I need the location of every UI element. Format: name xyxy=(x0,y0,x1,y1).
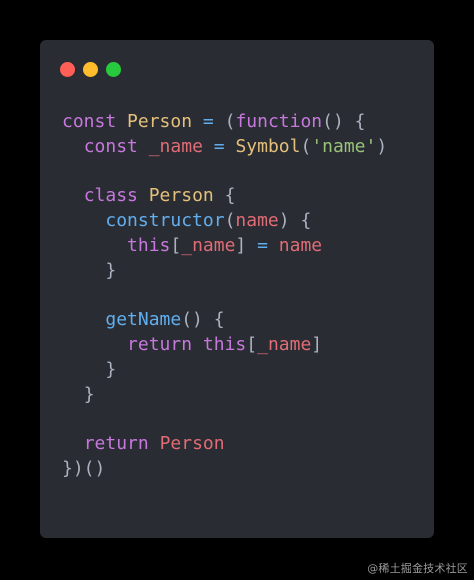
keyword: class xyxy=(83,185,138,207)
variable: _name xyxy=(148,135,203,157)
punctuation: { xyxy=(354,111,366,132)
punctuation: } xyxy=(83,383,95,405)
window-controls xyxy=(60,62,121,77)
keyword: return xyxy=(127,334,193,356)
code-line-15: })() xyxy=(62,457,387,482)
punctuation: () xyxy=(322,111,344,132)
maximize-dot xyxy=(106,62,121,77)
variable: name xyxy=(278,234,323,256)
class-name: Person xyxy=(127,111,193,132)
close-dot xyxy=(60,62,75,77)
watermark: @稀土掘金技术社区 xyxy=(367,562,468,575)
punctuation: ( xyxy=(224,111,236,132)
punctuation: { xyxy=(213,309,225,331)
operator: = xyxy=(213,135,225,157)
keyword: const xyxy=(62,111,117,132)
punctuation: })() xyxy=(62,458,106,480)
keyword: function xyxy=(235,111,323,132)
punctuation: [ xyxy=(246,334,258,356)
keyword: this xyxy=(127,234,171,256)
code-block: const Person = (function() { const _name… xyxy=(62,110,387,482)
punctuation: ) xyxy=(278,210,290,232)
function-name: constructor xyxy=(105,210,225,232)
code-line-6: this[_name] = name xyxy=(62,234,387,259)
punctuation: { xyxy=(224,185,236,207)
code-line-11: } xyxy=(62,358,387,383)
keyword: this xyxy=(202,334,247,356)
minimize-dot xyxy=(83,62,98,77)
operator: = xyxy=(257,234,268,256)
punctuation: [ xyxy=(170,234,182,256)
code-line-5: constructor(name) { xyxy=(62,209,387,234)
code-line-1: const Person = (function() { xyxy=(62,110,387,135)
variable: _name xyxy=(257,334,312,356)
variable: _name xyxy=(181,234,236,256)
punctuation: } xyxy=(105,259,117,281)
punctuation: } xyxy=(105,358,117,380)
punctuation: { xyxy=(300,210,312,232)
code-line-14: return Person xyxy=(62,432,387,457)
parameter: name xyxy=(235,210,279,232)
code-line-4: class Person { xyxy=(62,184,387,209)
code-line-2: const _name = Symbol('name') xyxy=(62,135,388,160)
class-name: Person xyxy=(159,433,225,455)
page: const Person = (function() { const _name… xyxy=(0,0,474,580)
code-line-9: getName() { xyxy=(62,308,387,333)
keyword: const xyxy=(83,135,138,157)
code-line-7: } xyxy=(62,259,387,284)
code-line-10: return this[_name] xyxy=(62,333,387,358)
code-line-12: } xyxy=(62,383,387,408)
punctuation: ] xyxy=(311,334,323,356)
punctuation: ] xyxy=(235,234,247,256)
keyword: return xyxy=(83,433,149,455)
string: 'name' xyxy=(311,135,377,157)
punctuation: ) xyxy=(376,135,388,157)
function-name: getName xyxy=(105,309,182,331)
function-name: Symbol xyxy=(235,135,301,157)
operator: = xyxy=(202,111,214,132)
class-name: Person xyxy=(148,185,214,207)
punctuation: ( xyxy=(300,135,312,157)
code-card: const Person = (function() { const _name… xyxy=(40,40,434,538)
punctuation: ( xyxy=(224,210,236,232)
punctuation: () xyxy=(181,309,203,331)
